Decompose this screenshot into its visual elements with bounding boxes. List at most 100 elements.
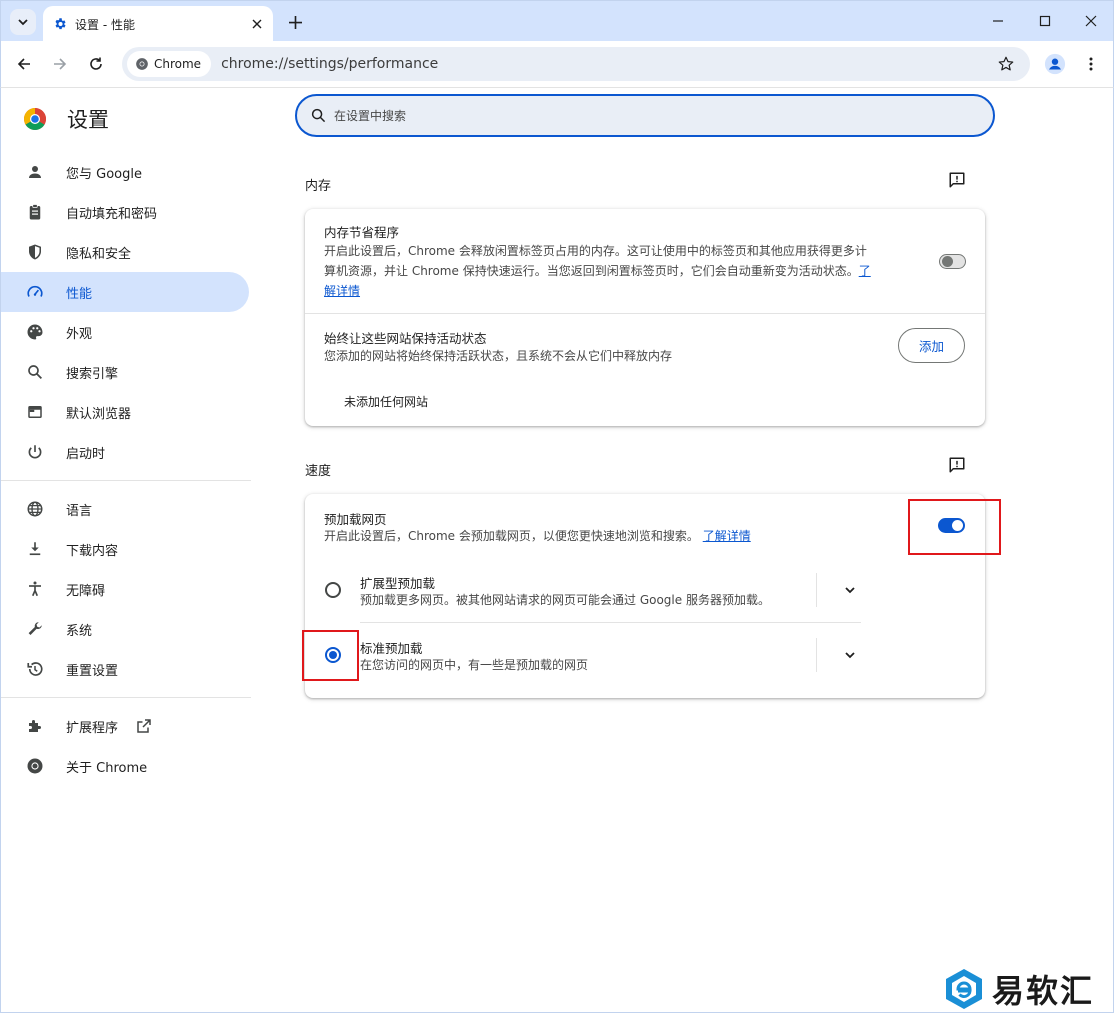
plus-icon xyxy=(288,15,302,29)
sidebar-item-default-browser[interactable]: 默认浏览器 xyxy=(1,392,249,432)
sidebar-item-label: 下载内容 xyxy=(66,543,119,559)
reload-button[interactable] xyxy=(83,51,109,77)
watermark-logo-icon xyxy=(946,969,982,1009)
avatar-icon xyxy=(1044,53,1066,75)
chrome-logo-icon xyxy=(24,108,46,130)
standard-preload-expand-button[interactable] xyxy=(838,643,862,667)
profile-button[interactable] xyxy=(1042,51,1068,77)
accessibility-icon xyxy=(25,579,45,599)
option-divider xyxy=(816,573,817,607)
open-external-icon xyxy=(136,718,152,734)
learn-more-link[interactable]: 了 xyxy=(859,264,871,278)
sidebar-item-accessibility[interactable]: 无障碍 xyxy=(1,569,249,609)
keep-active-description: 您添加的网站将始终保持活跃状态，且系统不会从它们中释放内存 xyxy=(324,349,673,363)
sidebar-item-appearance[interactable]: 外观 xyxy=(1,312,249,352)
new-tab-button[interactable] xyxy=(283,10,307,34)
settings-search-box[interactable]: 在设置中搜索 xyxy=(295,94,995,137)
site-info-chip[interactable]: Chrome xyxy=(127,51,212,77)
speed-card: 预加载网页 开启此设置后，Chrome 会预加载网页，以便您更快速地浏览和搜索。… xyxy=(305,494,985,698)
sidebar-item-on-startup[interactable]: 启动时 xyxy=(1,432,249,472)
add-site-button[interactable]: 添加 xyxy=(898,328,965,363)
chevron-down-icon xyxy=(18,19,28,26)
sidebar-item-reset[interactable]: 重置设置 xyxy=(1,649,249,689)
feedback-icon xyxy=(949,457,965,473)
minimize-icon xyxy=(993,20,1003,22)
settings-gear-icon xyxy=(55,18,66,30)
sidebar-item-performance[interactable]: 性能 xyxy=(1,272,249,312)
chip-label: Chrome xyxy=(154,57,202,71)
menu-button[interactable] xyxy=(1078,51,1104,77)
watermark: 易软汇 xyxy=(944,966,1094,1012)
memory-section-title: 内存 xyxy=(305,179,332,194)
person-icon xyxy=(25,162,45,182)
highlight-box-radio xyxy=(302,630,359,681)
preload-desc-text: 开启此设置后，Chrome 会预加载网页，以便您更快速地浏览和搜索。 xyxy=(324,529,699,543)
feedback-button[interactable] xyxy=(945,453,969,477)
back-button[interactable] xyxy=(11,51,37,77)
watermark-text: 易软汇 xyxy=(992,972,1095,1010)
settings-sidebar: 您与 Google 自动填充和密码 隐私和安全 性能 外观 搜索引擎 默认浏览器 xyxy=(1,152,251,786)
option-divider xyxy=(816,638,817,672)
sidebar-item-search-engine[interactable]: 搜索引擎 xyxy=(1,352,249,392)
feedback-button[interactable] xyxy=(945,168,969,192)
sidebar-item-label: 搜索引擎 xyxy=(66,366,119,382)
close-icon xyxy=(1085,15,1097,27)
no-sites-text: 未添加任何网站 xyxy=(344,395,429,409)
sidebar-item-you-and-google[interactable]: 您与 Google xyxy=(1,152,249,192)
sidebar-item-autofill[interactable]: 自动填充和密码 xyxy=(1,192,249,232)
sidebar-item-about-chrome[interactable]: 关于 Chrome xyxy=(1,746,249,786)
memory-saver-toggle[interactable] xyxy=(939,254,966,269)
learn-more-link[interactable]: 解详情 xyxy=(324,284,360,298)
chevron-down-icon xyxy=(845,652,855,659)
sidebar-item-label: 外观 xyxy=(66,326,93,342)
forward-button[interactable] xyxy=(47,51,73,77)
sidebar-item-label: 您与 Google xyxy=(66,166,142,182)
sidebar-divider xyxy=(1,697,251,698)
sidebar-item-languages[interactable]: 语言 xyxy=(1,489,249,529)
bookmark-button[interactable] xyxy=(992,50,1020,78)
arrow-left-icon xyxy=(17,58,30,70)
option-row-divider xyxy=(360,622,861,623)
sidebar-item-label: 重置设置 xyxy=(66,663,119,679)
keep-active-title: 始终让这些网站保持活动状态 xyxy=(324,331,487,346)
memory-saver-desc-line: 算机资源，并让 Chrome 保持快速运行。当您返回到闲置标签页时，它们会自动重… xyxy=(324,261,924,281)
search-input[interactable]: 在设置中搜索 xyxy=(334,107,406,124)
tab-title: 设置 - 性能 xyxy=(75,17,135,32)
url-text[interactable]: chrome://settings/performance xyxy=(221,56,992,72)
search-icon xyxy=(311,108,326,123)
search-icon xyxy=(25,362,45,382)
more-vert-icon xyxy=(1089,57,1093,71)
address-bar[interactable]: Chrome chrome://settings/performance xyxy=(122,47,1030,81)
reload-icon xyxy=(90,57,102,70)
sidebar-item-system[interactable]: 系统 xyxy=(1,609,249,649)
learn-more-link[interactable]: 了解详情 xyxy=(703,529,751,543)
chevron-down-icon xyxy=(845,587,855,594)
tab-close-button[interactable] xyxy=(247,14,267,34)
sidebar-item-privacy[interactable]: 隐私和安全 xyxy=(1,232,249,272)
puzzle-icon xyxy=(25,716,45,736)
wrench-icon xyxy=(25,619,45,639)
chrome-icon xyxy=(25,756,45,776)
preload-description: 开启此设置后，Chrome 会预加载网页，以便您更快速地浏览和搜索。 了解详情 xyxy=(324,526,751,546)
tab-settings-performance[interactable]: 设置 - 性能 xyxy=(43,6,273,42)
sidebar-item-label: 语言 xyxy=(66,503,93,519)
memory-saver-title: 内存节省程序 xyxy=(324,225,400,240)
extended-preload-radio[interactable] xyxy=(325,582,341,598)
download-icon xyxy=(25,539,45,559)
close-window-button[interactable] xyxy=(1074,7,1108,35)
toggle-knob xyxy=(942,256,953,267)
clipboard-icon xyxy=(25,202,45,222)
speedometer-icon xyxy=(25,282,45,302)
sidebar-item-label: 无障碍 xyxy=(66,583,106,599)
sidebar-item-extensions[interactable]: 扩展程序 xyxy=(1,706,249,746)
minimize-button[interactable] xyxy=(981,7,1015,35)
sidebar-item-label: 系统 xyxy=(66,623,93,639)
star-icon xyxy=(998,56,1014,71)
tab-search-button[interactable] xyxy=(10,9,36,35)
sidebar-item-downloads[interactable]: 下载内容 xyxy=(1,529,249,569)
extended-preload-expand-button[interactable] xyxy=(838,578,862,602)
sidebar-item-label: 性能 xyxy=(66,286,93,302)
sidebar-item-label: 关于 Chrome xyxy=(66,760,148,776)
maximize-button[interactable] xyxy=(1028,7,1062,35)
page-title: 设置 xyxy=(67,108,109,132)
